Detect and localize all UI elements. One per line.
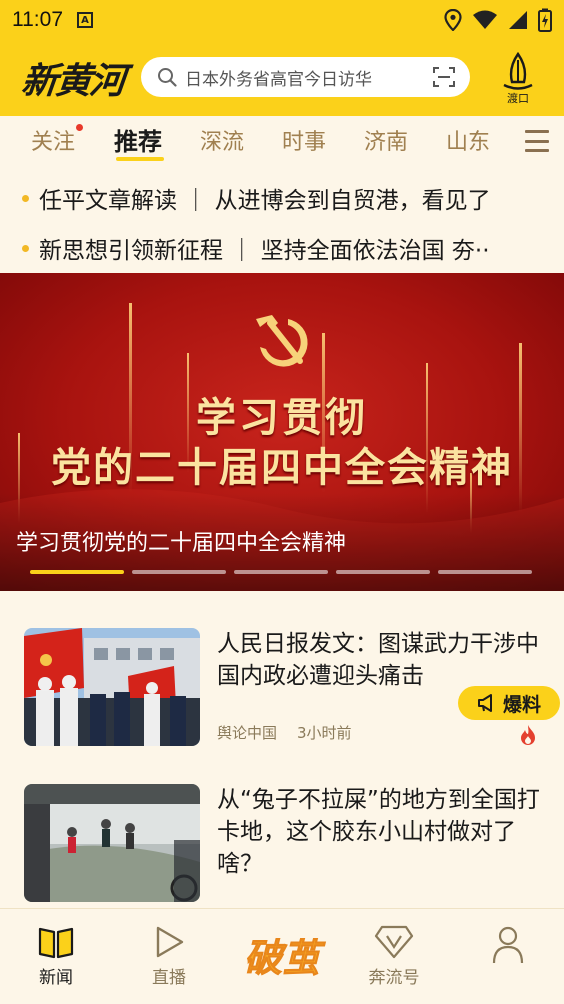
- pojian-logo-icon: 破茧: [243, 935, 326, 981]
- status-time: 11:07: [12, 8, 63, 31]
- play-icon: [156, 926, 184, 958]
- user-icon: [492, 926, 524, 964]
- banner-headline-line2: 党的二十届四中全会精神: [51, 445, 513, 491]
- banner-caption: 学习贯彻党的二十届四中全会精神: [16, 531, 347, 556]
- wifi-icon: [473, 10, 497, 29]
- tab-current-affairs[interactable]: 时事: [282, 124, 326, 156]
- notification-badge-icon: A: [77, 12, 93, 28]
- scan-icon[interactable]: [432, 66, 456, 88]
- report-tip-label: 爆料: [502, 693, 541, 716]
- bottom-navigation: 新闻 直播 破茧 奔流号: [0, 908, 564, 1004]
- news-item[interactable]: 从“兔子不拉屎”的地方到全国打卡地，这个胶东小山村做对了啥？: [0, 784, 564, 924]
- megaphone-icon: [477, 694, 492, 712]
- tab-recommend-label: 推荐: [114, 128, 162, 156]
- news-title: 人民日报发文：图谋武力干涉中国内政必遭迎头痛击: [217, 631, 539, 689]
- news-source: 舆论中国: [217, 724, 278, 742]
- nav-news-label: 新闻: [39, 968, 73, 988]
- status-bar: 11:07 A: [0, 0, 564, 40]
- carousel-dot[interactable]: [336, 570, 430, 574]
- battery-icon: [538, 8, 552, 32]
- tab-deep-stream-label: 深流: [200, 130, 245, 155]
- fire-icon: [521, 725, 535, 745]
- news-time: 3小时前: [297, 724, 352, 742]
- search-icon: [158, 68, 177, 87]
- carousel-dot[interactable]: [234, 570, 328, 574]
- svg-text:破茧: 破茧: [244, 935, 326, 980]
- bullet-icon: [22, 194, 29, 202]
- search-bar[interactable]: 日本外务省高官今日访华: [141, 57, 470, 97]
- carousel-dot[interactable]: [30, 570, 124, 574]
- news-meta: 舆论中国 3小时前: [217, 722, 352, 743]
- carousel-dot[interactable]: [438, 570, 532, 574]
- nav-pojian[interactable]: 破茧: [232, 923, 332, 989]
- menu-icon[interactable]: [525, 130, 549, 152]
- news-thumbnail: [24, 628, 200, 746]
- report-tip-button[interactable]: 爆料: [458, 686, 560, 720]
- app-header: 新黄河 日本外务省高官今日访华 渡口: [0, 40, 564, 116]
- ferry-icon: [503, 52, 533, 90]
- tab-jinan[interactable]: 济南: [364, 124, 408, 156]
- carousel-indicator[interactable]: [30, 570, 532, 574]
- carousel-dot[interactable]: [132, 570, 226, 574]
- headline-text: 新思想引领新征程 ｜ 坚持全面依法治国 夯··: [39, 238, 490, 264]
- hammer-sickle-icon: [256, 315, 308, 367]
- ferry-label: 渡口: [507, 92, 529, 105]
- tab-shandong-label: 山东: [446, 130, 491, 155]
- book-icon: [38, 927, 74, 959]
- nav-live[interactable]: 直播: [129, 925, 209, 988]
- app-logo: 新黄河: [19, 60, 126, 102]
- ferry-button[interactable]: 渡口: [496, 52, 540, 106]
- nav-profile[interactable]: [468, 925, 548, 969]
- nav-benliu-label: 奔流号: [368, 968, 420, 988]
- news-title: 从“兔子不拉屎”的地方到全国打卡地，这个胶东小山村做对了啥？: [217, 787, 540, 877]
- tab-shandong[interactable]: 山东: [446, 124, 490, 156]
- nav-news[interactable]: 新闻: [16, 925, 96, 988]
- bullet-icon: [22, 244, 29, 252]
- banner-carousel[interactable]: 学习贯彻 党的二十届四中全会精神 学习贯彻党的二十届四中全会精神: [0, 273, 564, 591]
- location-icon: [444, 9, 462, 31]
- tab-deep-stream[interactable]: 深流: [200, 124, 244, 156]
- channel-tabs: 关注 推荐 深流 时事 济南 山东: [0, 116, 564, 166]
- nav-benliu[interactable]: 奔流号: [354, 925, 434, 988]
- headline-item[interactable]: 新思想引领新征程 ｜ 坚持全面依法治国 夯··: [0, 224, 564, 272]
- tab-current-affairs-label: 时事: [282, 130, 327, 155]
- tab-jinan-label: 济南: [364, 130, 409, 155]
- tab-follow[interactable]: 关注: [31, 124, 84, 156]
- tab-follow-label: 关注: [31, 130, 76, 155]
- new-dot-icon: [76, 124, 84, 131]
- headline-text: 任平文章解读 ｜ 从进博会到自贸港，看见了: [39, 188, 491, 214]
- signal-icon: [509, 11, 527, 29]
- headline-item[interactable]: 任平文章解读 ｜ 从进博会到自贸港，看见了: [0, 174, 564, 222]
- diamond-v-icon: [374, 925, 414, 959]
- news-thumbnail: [24, 784, 200, 902]
- tab-recommend[interactable]: 推荐: [114, 122, 162, 157]
- search-placeholder: 日本外务省高官今日访华: [185, 69, 372, 90]
- nav-live-label: 直播: [152, 968, 186, 988]
- active-tab-indicator: [116, 157, 164, 161]
